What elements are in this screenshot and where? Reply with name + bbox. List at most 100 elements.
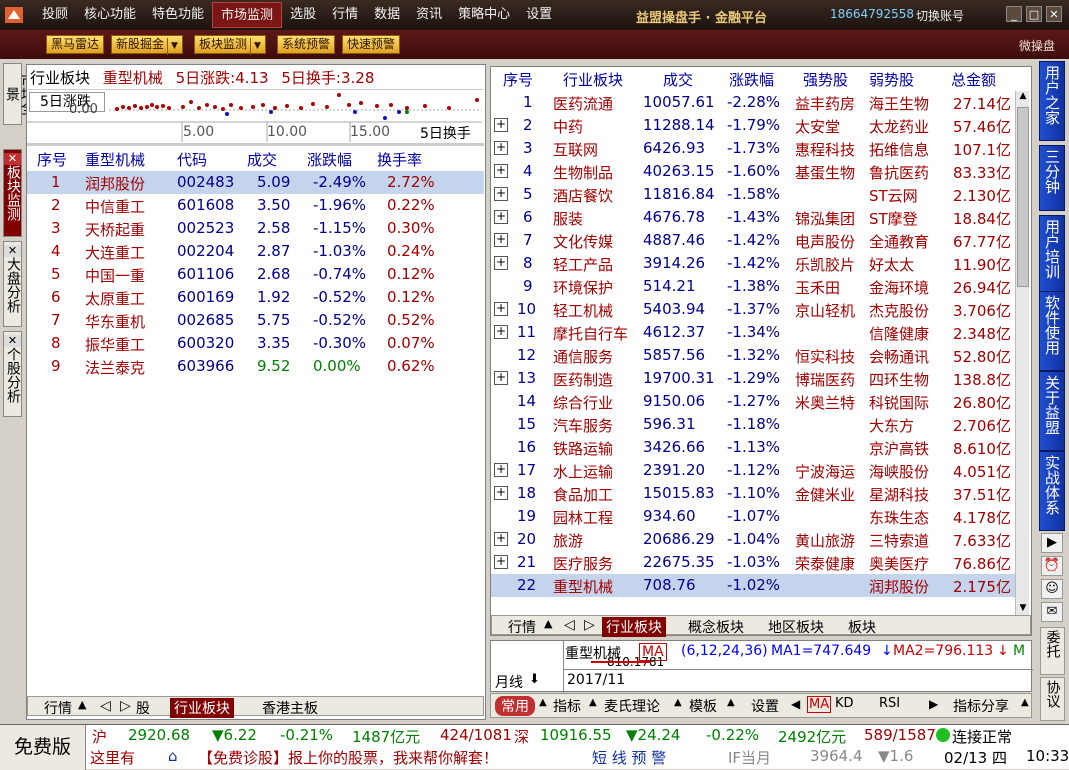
close-icon[interactable]: ✕	[4, 335, 21, 347]
quick-alert-button[interactable]: 快速预警	[342, 35, 401, 54]
col-header-name[interactable]: 重型机械	[85, 149, 145, 170]
expand-icon[interactable]: +	[494, 118, 508, 132]
table-row[interactable]: +20 旅游 20686.29 -1.04% 黄山旅游 三特索道 7.633亿	[491, 528, 1015, 551]
alarm-icon[interactable]: ⏰	[1041, 556, 1063, 576]
table-row[interactable]: 1 医药流通 10057.61 -2.28% 益丰药房 海王生物 27.14亿	[491, 91, 1015, 114]
table-row[interactable]: 19 园林工程 934.60 -1.07% 东珠生态 4.178亿	[491, 505, 1015, 528]
dropup-icon[interactable]: ▲	[674, 697, 682, 708]
table-row[interactable]: 22 重型机械 708.76 -1.02% 润邦股份 2.175亿	[491, 574, 1015, 597]
tab-concept-sector[interactable]: 概念板块	[688, 617, 744, 637]
expand-icon[interactable]: +	[494, 371, 508, 385]
col-header-change[interactable]: 涨跌幅	[307, 149, 352, 170]
table-row[interactable]: +5 酒店餐饮 11816.84 -1.58% ST云网 2.130亿	[491, 183, 1015, 206]
tab-market-overview[interactable]: 市场全景	[3, 63, 35, 125]
vertical-scrollbar[interactable]: ▲ ▼	[1015, 91, 1029, 617]
video-icon[interactable]: ▶	[1041, 533, 1063, 553]
menu-item-quotes[interactable]: 行情	[324, 0, 366, 30]
expand-icon[interactable]: +	[494, 532, 508, 546]
menu-item-strategy[interactable]: 策略中心	[450, 0, 518, 30]
scroll-up-icon[interactable]: ▲	[1017, 91, 1029, 105]
col-header-turnover[interactable]: 换手率	[377, 149, 422, 170]
tab-index-analysis[interactable]: ✕ 大盘分析	[3, 241, 22, 327]
col-header-amount[interactable]: 总金额	[951, 69, 996, 90]
table-row[interactable]: +4 生物制品 40263.15 -1.60% 基蛋生物 鲁抗医药 83.33亿	[491, 160, 1015, 183]
switch-account-link[interactable]: 切换账号	[916, 7, 964, 24]
next-icon[interactable]: ▷	[584, 617, 595, 633]
table-row[interactable]: 6 太原重工 600169 1.92 -0.52% 0.12%	[27, 286, 484, 309]
practice-system-button[interactable]: 实战体系	[1039, 451, 1065, 531]
col-header-no[interactable]: 序号	[37, 149, 67, 170]
prev-icon[interactable]: ◁	[100, 698, 111, 714]
table-row[interactable]: +13 医药制造 19700.31 -1.29% 博瑞医药 四环生物 138.8亿	[491, 367, 1015, 390]
prev-icon[interactable]: ◀	[791, 697, 800, 711]
col-header-change[interactable]: 涨跌幅	[729, 69, 774, 90]
menu-item-core[interactable]: 核心功能	[76, 0, 144, 30]
protocol-button[interactable]: 协议	[1040, 677, 1065, 721]
tab-hk-main[interactable]: 香港主板	[262, 698, 318, 718]
col-header-no[interactable]: 序号	[503, 69, 533, 90]
next-icon[interactable]: ▶	[929, 697, 938, 711]
chevron-down-icon[interactable]: ▼	[167, 38, 178, 55]
expand-icon[interactable]: +	[494, 325, 508, 339]
indicator-share-button[interactable]: 指标分享	[953, 696, 1009, 716]
marquee-text[interactable]: 【免费诊股】报上你的股票，我来帮你解套！	[198, 747, 498, 768]
table-row[interactable]: 7 华东重机 002685 5.75 -0.52% 0.52%	[27, 309, 484, 332]
expand-icon[interactable]: +	[494, 256, 508, 270]
dark-horse-radar-button[interactable]: 黑马雷达	[46, 35, 105, 54]
system-alert-button[interactable]: 系统预警	[277, 35, 336, 54]
expand-icon[interactable]: +	[494, 141, 508, 155]
chat-icon[interactable]: ✉	[1041, 602, 1063, 622]
table-row[interactable]: +10 轻工机械 5403.94 -1.37% 京山轻机 杰克股份 3.706亿	[491, 298, 1015, 321]
table-row[interactable]: 15 汽车服务 596.31 -1.18% 大东方 2.706亿	[491, 413, 1015, 436]
tab-stock[interactable]: 股	[136, 698, 150, 718]
expand-icon[interactable]: +	[494, 486, 508, 500]
scrollbar-thumb[interactable]	[1017, 107, 1029, 287]
common-button[interactable]: 常用	[495, 696, 535, 716]
table-row[interactable]: +17 水上运输 2391.20 -1.12% 宁波海运 海峡股份 4.051亿	[491, 459, 1015, 482]
table-row[interactable]: +18 食品加工 15015.83 -1.10% 金健米业 星湖科技 37.51亿	[491, 482, 1015, 505]
col-header-price[interactable]: 成交	[247, 149, 277, 170]
tab-stock-analysis[interactable]: ✕ 个股分析	[3, 331, 22, 417]
table-row[interactable]: 3 天桥起重 002523 2.58 -1.15% 0.30%	[27, 217, 484, 240]
menu-item-tougu[interactable]: 投顾	[34, 0, 76, 30]
dropup-icon[interactable]: ▲	[78, 698, 86, 711]
menu-item-data[interactable]: 数据	[366, 0, 408, 30]
table-row[interactable]: +7 文化传媒 4887.46 -1.42% 电声股份 全通教育 67.77亿	[491, 229, 1015, 252]
expand-icon[interactable]: +	[494, 164, 508, 178]
tab-quotes[interactable]: 行情	[508, 617, 536, 637]
table-row[interactable]: 2 中信重工 601608 3.50 -1.96% 0.22%	[27, 194, 484, 217]
close-icon[interactable]: ✕	[4, 245, 21, 257]
col-header-weak[interactable]: 弱势股	[869, 69, 914, 90]
table-row[interactable]: +8 轻工产品 3914.26 -1.42% 乐凯胶片 好太太 11.90亿	[491, 252, 1015, 275]
table-row[interactable]: +11 摩托自行车 4612.37 -1.34% 信隆健康 2.348亿	[491, 321, 1015, 344]
template-menu[interactable]: 模板	[689, 696, 717, 716]
table-row[interactable]: +3 互联网 6426.93 -1.73% 惠程科技 拓维信息 107.1亿	[491, 137, 1015, 160]
tab-industry-sector[interactable]: 行业板块	[602, 617, 666, 637]
expand-icon[interactable]: +	[494, 187, 508, 201]
dropup-icon[interactable]: ▲	[539, 697, 547, 708]
close-icon[interactable]: ✕	[1046, 6, 1062, 22]
expand-icon[interactable]: +	[494, 302, 508, 316]
next-icon[interactable]: ▷	[120, 698, 131, 714]
col-header-code[interactable]: 代码	[177, 149, 207, 170]
user-home-button[interactable]: 用户之家	[1039, 61, 1065, 141]
settings-button[interactable]: 设置	[751, 696, 779, 716]
entrust-button[interactable]: 委托	[1040, 627, 1065, 675]
table-row[interactable]: 9 环境保护 514.21 -1.38% 玉禾田 金海环境 26.94亿	[491, 275, 1015, 298]
rsi-indicator-tab[interactable]: RSI	[879, 696, 900, 711]
maximize-icon[interactable]: □	[1026, 6, 1042, 22]
expand-icon[interactable]: +	[494, 463, 508, 477]
kd-indicator-tab[interactable]: KD	[835, 696, 854, 711]
dropup-icon[interactable]: ▲	[544, 617, 552, 630]
tab-sector-monitor[interactable]: ✕ 板块监测	[3, 149, 22, 237]
menu-item-settings[interactable]: 设置	[518, 0, 560, 30]
prev-icon[interactable]: ◁	[564, 617, 575, 633]
user-training-button[interactable]: 用户培训	[1039, 215, 1065, 295]
new-stock-button[interactable]: 新股掘金 ▼	[111, 35, 183, 55]
col-header-volume[interactable]: 成交	[663, 69, 693, 90]
table-row[interactable]: 14 综合行业 9150.06 -1.27% 米奥兰特 科锐国际 26.80亿	[491, 390, 1015, 413]
col-header-sector[interactable]: 行业板块	[563, 69, 623, 90]
dropup-icon[interactable]: ▲	[589, 697, 597, 708]
menu-item-feature[interactable]: 特色功能	[144, 0, 212, 30]
table-row[interactable]: +21 医疗服务 22675.35 -1.03% 荣泰健康 奥美医疗 76.86亿	[491, 551, 1015, 574]
